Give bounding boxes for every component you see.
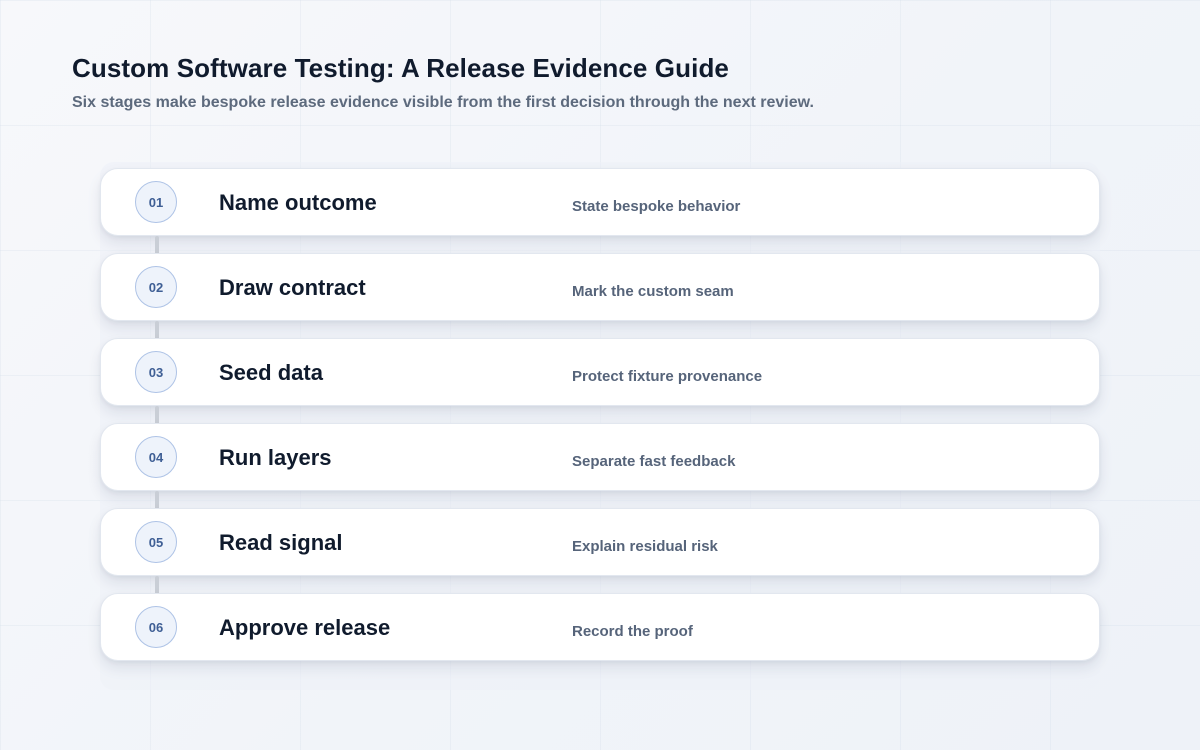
step-title: Read signal xyxy=(219,530,343,555)
step-card-5: 05 Read signal Explain residual risk xyxy=(100,508,1100,595)
step-number-badge: 01 xyxy=(135,181,177,223)
step-title: Run layers xyxy=(219,445,332,470)
step-card-4: 04 Run layers Separate fast feedback xyxy=(100,423,1100,510)
step-title: Seed data xyxy=(219,360,323,385)
step-card-6: 06 Approve release Record the proof xyxy=(100,593,1100,661)
step-title: Approve release xyxy=(219,615,391,640)
step-number-badge: 03 xyxy=(135,351,177,393)
step-title: Draw contract xyxy=(219,275,366,300)
step-description: State bespoke behavior xyxy=(572,198,741,215)
header: Custom Software Testing: A Release Evide… xyxy=(72,50,1132,114)
step-number-badge: 06 xyxy=(135,606,177,648)
steps-list: 01 Name outcome State bespoke behavior 0… xyxy=(100,168,1100,661)
step-description: Record the proof xyxy=(572,623,693,640)
step-number-badge: 02 xyxy=(135,266,177,308)
step-description: Mark the custom seam xyxy=(572,283,734,300)
step-card-2: 02 Draw contract Mark the custom seam xyxy=(100,253,1100,340)
step-description: Protect fixture provenance xyxy=(572,368,763,385)
step-title: Name outcome xyxy=(219,190,377,215)
step-card-1: 01 Name outcome State bespoke behavior xyxy=(100,168,1100,255)
step-number-badge: 05 xyxy=(135,521,177,563)
step-description: Separate fast feedback xyxy=(572,453,736,470)
step-card-3: 03 Seed data Protect fixture provenance xyxy=(100,338,1100,425)
step-description: Explain residual risk xyxy=(572,538,718,555)
step-number-badge: 04 xyxy=(135,436,177,478)
page-subtitle: Six stages make bespoke release evidence… xyxy=(72,94,814,111)
page-title: Custom Software Testing: A Release Evide… xyxy=(72,53,729,83)
